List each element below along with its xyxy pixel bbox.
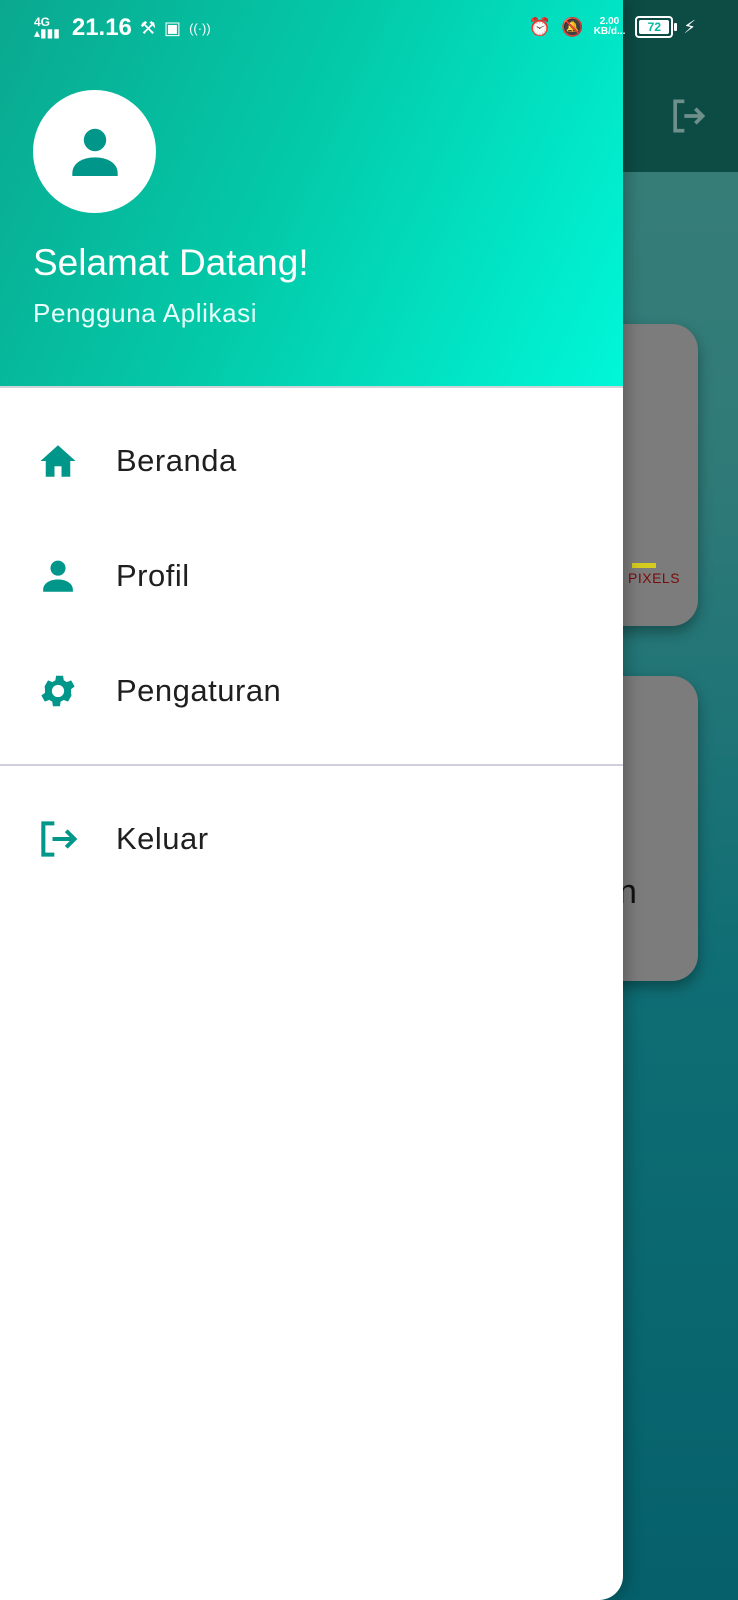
network-speed: 2.00 KB/d... — [594, 17, 626, 37]
logout-icon — [36, 817, 80, 861]
battery-indicator: 72 — [635, 16, 678, 38]
alarm-icon: ⏰ — [528, 16, 552, 37]
drawer-title: Selamat Datang! — [33, 242, 309, 283]
menu-item-label: Keluar — [116, 821, 209, 856]
drawer-header: Selamat Datang! Pengguna Aplikasi — [0, 0, 623, 388]
notifications-off-icon: 🔕 — [561, 16, 584, 37]
drawer-subtitle: Pengguna Aplikasi — [33, 298, 258, 328]
home-icon — [36, 439, 80, 483]
menu-item-beranda[interactable]: Beranda — [0, 411, 623, 511]
person-icon — [36, 554, 80, 598]
battery-level: 72 — [639, 20, 670, 34]
tools-icon: ⚒ — [139, 17, 157, 38]
hotspot-icon: ((·)) — [189, 20, 211, 36]
background-logout-icon — [673, 99, 706, 133]
menu-item-pengaturan[interactable]: Pengaturan — [0, 641, 623, 741]
usb-icon: ▣ — [164, 17, 182, 38]
menu-item-profil[interactable]: Profil — [0, 526, 623, 626]
navigation-drawer: Selamat Datang! Pengguna Aplikasi Berand… — [0, 0, 623, 1600]
network-indicator: 4G ▴▮▮▮ — [34, 15, 60, 40]
background-logo-bar — [632, 563, 656, 568]
person-icon — [71, 128, 118, 176]
divider — [0, 764, 623, 766]
status-bar: 4G ▴▮▮▮ 21.16 ⚒ ▣ ((·)) ⏰ 🔕 2.00 KB/d... … — [0, 0, 738, 58]
menu-item-label: Beranda — [116, 443, 237, 478]
gear-icon — [36, 669, 80, 713]
menu-item-label: Pengaturan — [116, 673, 282, 708]
menu-item-keluar[interactable]: Keluar — [0, 789, 623, 889]
network-speed-unit: KB/d... — [593, 26, 626, 37]
avatar — [33, 90, 156, 213]
charging-icon: ⚡ — [683, 16, 696, 37]
clock: 21.16 — [71, 14, 132, 41]
menu-item-label: Profil — [116, 558, 190, 593]
background-pixels-text: PIXELS — [628, 570, 681, 586]
